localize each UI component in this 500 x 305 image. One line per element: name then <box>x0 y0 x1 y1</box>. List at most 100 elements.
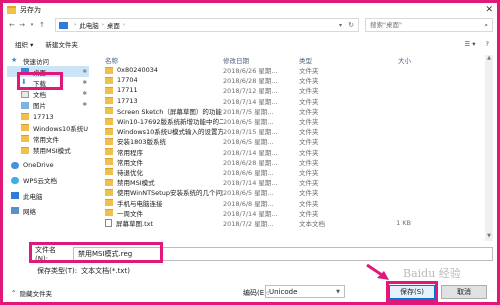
file-name: 一周文件 <box>117 209 143 218</box>
sidebar-item-this-pc[interactable]: 此电脑 <box>7 190 89 201</box>
file-date: 2018/7/2 星期... <box>223 219 274 228</box>
refresh-icon[interactable]: ↻ <box>348 21 354 29</box>
filename-label: 文件名(N): <box>35 246 56 263</box>
computer-icon <box>11 192 19 200</box>
hide-folders-toggle[interactable]: ⌃ 隐藏文件夹 <box>11 288 52 298</box>
folder-icon <box>105 188 113 196</box>
file-name-cell: 手机与电脑连接 <box>91 198 223 208</box>
file-row[interactable]: 常用文件 2018/6/28 星期... 文件夹 <box>91 157 493 167</box>
breadcrumb-this-pc[interactable]: 此电脑 <box>79 20 99 30</box>
sidebar-item-network[interactable]: 网络 <box>7 205 89 216</box>
file-date: 2018/7/12 星期... <box>223 87 278 96</box>
folder-icon <box>21 113 29 121</box>
view-options-icon[interactable]: ☰ ▾ <box>464 40 475 48</box>
file-row[interactable]: 17704 2018/6/28 星期... 文件夹 <box>91 75 493 85</box>
filetype-select[interactable]: 文本文档(*.txt) <box>81 266 130 276</box>
sidebar-item-desktop[interactable]: 桌面 ✱ <box>7 66 89 78</box>
file-row[interactable]: Screen Sketch（屏幕草图）的功能 2018/7/5 星期... 文件夹 <box>91 106 493 116</box>
text-file-icon <box>105 218 112 227</box>
folder-icon <box>105 117 113 125</box>
sidebar-item-quick-access[interactable]: ★ 快速访问 <box>7 55 89 66</box>
cancel-button[interactable]: 取消 <box>441 285 487 299</box>
file-row[interactable]: 使用WinNTSetup安装系统的几个问题 2018/6/5 星期... 文件夹 <box>91 187 493 197</box>
column-header-size[interactable]: 大小 <box>361 55 431 65</box>
file-row[interactable]: Win10-17692版系统新增功能中的二项...2018/6/5 星期... 文… <box>91 116 493 126</box>
recent-dropdown-icon[interactable]: ▾ <box>27 22 37 28</box>
scroll-down-icon[interactable]: ▼ <box>485 233 493 241</box>
file-name: 待退优化 <box>117 168 143 177</box>
file-type: 文件夹 <box>299 118 319 127</box>
file-row[interactable]: 安装1803版系统 2018/6/5 星期... 文件夹 <box>91 136 493 146</box>
new-folder-button[interactable]: 新建文件夹 <box>45 39 78 49</box>
close-button[interactable]: ✕ <box>485 5 493 15</box>
file-row[interactable]: 17711 2018/7/12 星期... 文件夹 <box>91 85 493 95</box>
pin-icon: ✱ <box>82 68 87 75</box>
sidebar-item-common-files[interactable]: 常用文件 <box>7 133 89 144</box>
sidebar-item-pictures[interactable]: 图片 ✱ <box>7 100 89 111</box>
folder-icon <box>105 86 113 94</box>
back-button[interactable]: ← <box>7 21 17 29</box>
search-input[interactable] <box>366 21 492 29</box>
cloud-icon <box>11 176 19 184</box>
sidebar-item-onedrive[interactable]: OneDrive <box>7 160 89 171</box>
file-name-cell: 一周文件 <box>91 208 223 218</box>
sidebar-item-label: 此电脑 <box>23 192 43 201</box>
sidebar-item-downloads[interactable]: ⬇ 下载 ✱ <box>7 77 89 88</box>
sidebar-item-disable-msi[interactable]: 禁用MSI模式 <box>7 145 89 156</box>
folder-icon <box>21 135 29 143</box>
file-name: 常用文件 <box>117 158 143 167</box>
encoding-select[interactable]: Unicode ▼ <box>265 285 345 298</box>
column-header-type[interactable]: 类型 <box>299 55 361 65</box>
file-row[interactable]: 手机与电脑连接 2018/6/8 星期... 文件夹 <box>91 197 493 208</box>
file-name: 安装1803版系统 <box>117 138 167 147</box>
network-icon <box>11 207 19 215</box>
sidebar-item-label: 17713 <box>33 112 54 121</box>
breadcrumb-desktop[interactable]: 桌面 <box>107 20 120 30</box>
file-row[interactable]: Windows10系统U模式输入的设置方法...2018/7/15 星期... 文… <box>91 126 493 136</box>
file-row[interactable]: 待退优化 2018/6/6 星期... 文件夹 <box>91 167 493 177</box>
file-date: 2018/6/26 星期... <box>223 67 278 76</box>
sidebar-item-wps-cloud[interactable]: WPS云文档 <box>7 175 89 186</box>
up-button[interactable]: ↑ <box>37 21 47 29</box>
sidebar-item-17713[interactable]: 17713 <box>7 111 89 122</box>
scroll-up-icon[interactable]: ▲ <box>485 55 493 63</box>
pin-icon: ✱ <box>82 79 87 86</box>
folder-icon <box>105 199 113 207</box>
save-button[interactable]: 保存(S) <box>389 285 435 299</box>
organize-button[interactable]: 组织 ▾ <box>15 39 33 49</box>
search-icon: ⌕ <box>484 21 488 29</box>
hide-folders-label: 隐藏文件夹 <box>19 290 52 298</box>
file-name-cell: 常用文件 <box>91 157 223 167</box>
file-name: 17704 <box>117 76 138 85</box>
sidebar-item-documents[interactable]: 文档 ✱ <box>7 89 89 100</box>
file-date: 2018/6/5 星期... <box>223 118 274 127</box>
file-row[interactable]: 一周文件 2018/7/14 星期... 文件夹 <box>91 208 493 218</box>
search-box[interactable]: ⌕ <box>365 18 493 32</box>
sidebar-item-windows10[interactable]: Windows10系统U <box>7 122 89 133</box>
help-icon[interactable]: ? <box>486 40 489 48</box>
file-row[interactable]: 常用程序 2018/7/14 星期... 文件夹 <box>91 147 493 157</box>
vertical-scrollbar[interactable]: ▲ ▼ <box>485 55 493 241</box>
file-date: 2018/7/14 星期... <box>223 97 278 106</box>
file-name-cell: 禁用MSI模式 <box>91 177 223 187</box>
forward-button[interactable]: → <box>17 21 27 29</box>
filename-field[interactable]: 禁用MSI模式.reg <box>73 247 493 261</box>
baidu-watermark: Baidu 经验 <box>403 267 461 280</box>
column-header-date[interactable]: 修改日期 <box>223 55 299 65</box>
address-bar[interactable]: › 此电脑 › 桌面 › ▾ ↻ <box>55 18 359 32</box>
pin-icon: ✱ <box>82 91 87 98</box>
encoding-value: Unicode <box>269 287 298 296</box>
column-header-name[interactable]: 名称 <box>91 55 223 65</box>
address-dropdown-icon[interactable]: ▾ <box>339 22 342 29</box>
file-row[interactable]: 屏幕草图.txt 2018/7/2 星期... 文本文档 1 KB <box>91 218 493 228</box>
onedrive-icon <box>11 161 19 169</box>
documents-icon <box>21 90 29 98</box>
file-date: 2018/6/6 星期... <box>223 168 274 177</box>
file-row[interactable]: 0x80240034 2018/6/26 星期... 文件夹 <box>91 65 493 75</box>
sidebar-item-label: 图片 <box>33 102 46 111</box>
file-row[interactable]: 禁用MSI模式 2018/7/14 星期... 文件夹 <box>91 177 493 187</box>
file-row[interactable]: 17713 2018/7/14 星期... 文件夹 <box>91 96 493 106</box>
sidebar-item-label: 快速访问 <box>23 57 49 66</box>
column-headers: 名称 修改日期 类型 大小 <box>91 55 493 65</box>
address-bar-row: ← → ▾ ↑ › 此电脑 › 桌面 › ▾ ↻ ⌕ <box>3 17 497 33</box>
